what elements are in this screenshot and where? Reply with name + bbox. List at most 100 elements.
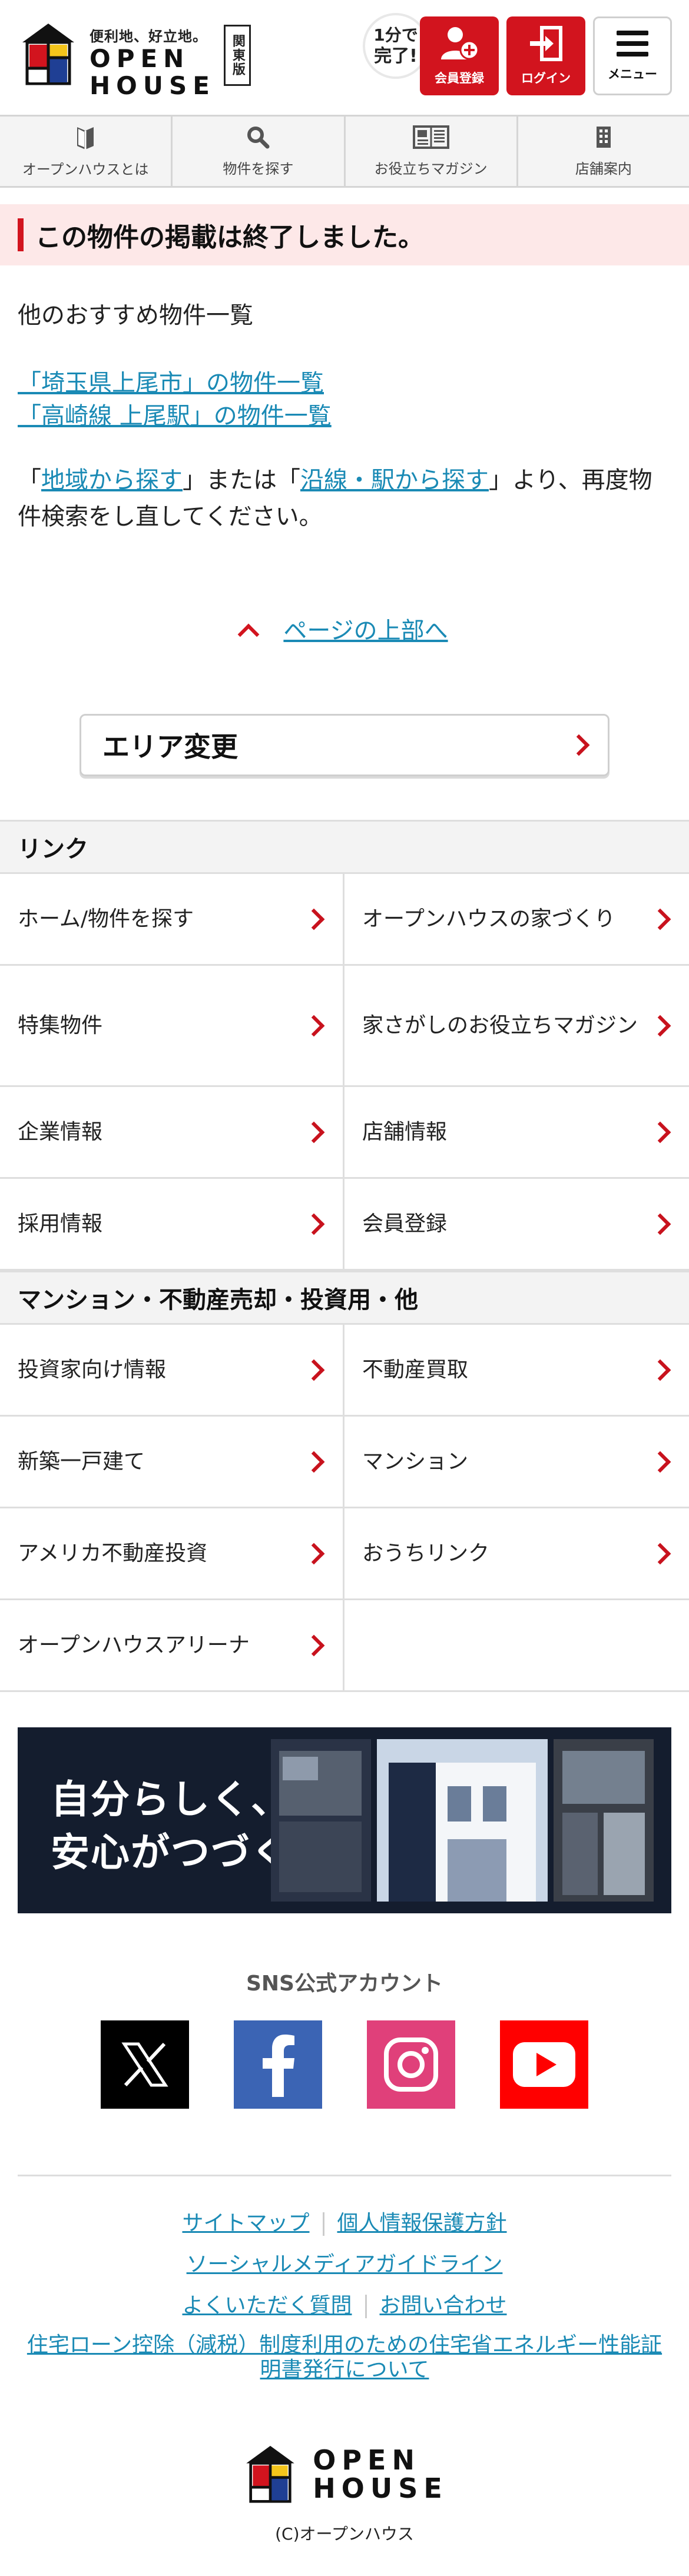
link-new-house[interactable]: 新築一戸建て — [0, 1417, 344, 1508]
register-button[interactable]: 会員登録 — [420, 16, 499, 95]
quick-register-badge[interactable]: 1分で 完了! — [363, 13, 429, 79]
section-heading-other: マンション・不動産売却・投資用・他 — [0, 1271, 689, 1325]
nav-item-magazine[interactable]: お役立ちマガジン — [346, 117, 518, 186]
main-content: 他のおすすめ物件一覧 「埼玉県上尾市」の物件一覧 「高崎線 上尾駅」の物件一覧 … — [0, 296, 689, 535]
quick-done: 完了! — [374, 46, 418, 67]
x-link[interactable] — [101, 2020, 189, 2109]
link-company[interactable]: 企業情報 — [0, 1087, 344, 1179]
chevron-right-icon — [303, 1451, 325, 1473]
login-button[interactable]: ログイン — [506, 16, 585, 95]
chevron-right-icon — [649, 1543, 671, 1564]
chevron-right-icon — [649, 1451, 671, 1473]
search-icon — [247, 126, 270, 148]
chevron-right-icon — [303, 908, 325, 930]
sitemap-link[interactable]: サイトマップ — [182, 2211, 309, 2235]
footer-links: サイトマップ 個人情報保護方針 ソーシャルメディアガイドライン よくいただく質問 お… — [0, 2209, 689, 2382]
page-top-label[interactable]: ページの上部へ — [283, 617, 448, 644]
main-nav: オープンハウスとは 物件を探す お役立ちマガジン 店舗案内 — [0, 115, 689, 188]
menu-button[interactable]: メニュー — [593, 16, 672, 95]
separator — [322, 2212, 324, 2236]
link-buyback[interactable]: 不動産買取 — [344, 1325, 689, 1417]
copyright: (C)オープンハウス — [275, 2524, 414, 2544]
link-stores[interactable]: 店舗情報 — [344, 1087, 689, 1179]
youtube-link[interactable] — [500, 2020, 588, 2109]
chevron-right-icon — [649, 1015, 671, 1036]
link-ouchi[interactable]: おうちリンク — [344, 1508, 689, 1600]
link-house-building[interactable]: オープンハウスの家づくり — [344, 874, 689, 966]
contact-link[interactable]: お問い合わせ — [380, 2294, 507, 2318]
sns-links — [0, 2020, 689, 2109]
social-guideline-link[interactable]: ソーシャルメディアガイドライン — [187, 2252, 503, 2276]
logo-word-house: HOUSE — [90, 71, 216, 100]
footer-logo-text: OPEN HOUSE — [313, 2444, 448, 2504]
chevron-right-icon — [649, 908, 671, 930]
link-magazine[interactable]: 家さがしのお役立ちマガジン — [344, 966, 689, 1087]
footer-logo[interactable]: OPEN HOUSE — [0, 2445, 689, 2504]
loan-certificate-link[interactable]: 住宅ローン控除（減税）制度利用のための住宅省エネルギー性能証明書発行について — [27, 2333, 662, 2382]
user-plus-icon — [441, 27, 479, 60]
notice-text: この物件の掲載は終了しました。 — [35, 222, 424, 252]
chevron-right-icon — [649, 1359, 671, 1381]
site-header: 便利地、好立地。 OPEN HOUSE 関東版 1分で 完了! 会員登録 ログイ… — [0, 0, 689, 115]
recommend-links: 「埼玉県上尾市」の物件一覧 「高崎線 上尾駅」の物件一覧 — [18, 367, 671, 433]
link-mansion[interactable]: マンション — [344, 1417, 689, 1508]
separator — [365, 2295, 367, 2318]
chevron-right-icon — [649, 1213, 671, 1235]
x-icon — [121, 2042, 168, 2087]
login-door-icon — [530, 26, 562, 61]
chevron-right-icon — [303, 1213, 325, 1235]
chevron-right-icon — [303, 1543, 325, 1564]
link-home-search[interactable]: ホーム/物件を探す — [0, 874, 344, 966]
site-logo[interactable]: 便利地、好立地。 OPEN HOUSE 関東版 — [16, 22, 251, 99]
search-by-area-link[interactable]: 地域から探す — [41, 467, 183, 494]
nav-label: お役立ちマガジン — [374, 160, 488, 177]
links-grid: ホーム/物件を探す オープンハウスの家づくり 特集物件 家さがしのお役立ちマガジ… — [0, 874, 689, 1271]
research-instructions: 「地域から探す」または「沿線・駅から探す」より、再度物件検索をし直してください。 — [18, 467, 652, 530]
promo-banner[interactable]: 自分らしく、 安心がつづく家。 — [18, 1727, 671, 1913]
nav-item-stores[interactable]: 店舗案内 — [518, 117, 689, 186]
empty-cell — [344, 1600, 689, 1692]
privacy-link[interactable]: 個人情報保護方針 — [337, 2211, 507, 2235]
page-top-link[interactable]: ページの上部へ — [0, 611, 689, 646]
link-arena[interactable]: オープンハウスアリーナ — [0, 1600, 344, 1692]
chevron-right-icon — [649, 1121, 671, 1143]
open-house-logo-icon — [246, 2445, 294, 2503]
recommend-heading: 他のおすすめ物件一覧 — [18, 302, 253, 329]
logo-text: 便利地、好立地。 OPEN HOUSE — [90, 25, 216, 99]
nav-label: オープンハウスとは — [22, 161, 149, 178]
faq-link[interactable]: よくいただく質問 — [182, 2294, 352, 2318]
link-recruit[interactable]: 採用情報 — [0, 1179, 344, 1271]
nav-label: 店舗案内 — [575, 160, 632, 177]
nav-item-about[interactable]: オープンハウスとは — [0, 117, 173, 186]
instagram-icon — [384, 2037, 438, 2092]
chevron-right-icon — [303, 1634, 325, 1656]
area-change-label: エリア変更 — [102, 731, 238, 763]
region-badge: 関東版 — [223, 25, 251, 86]
city-listing-link[interactable]: 「埼玉県上尾市」の物件一覧 — [18, 367, 671, 400]
footer-divider — [18, 2175, 671, 2176]
chevron-right-icon — [568, 734, 590, 756]
open-house-logo-icon — [22, 24, 74, 85]
search-by-line-link[interactable]: 沿線・駅から探す — [300, 467, 489, 494]
link-member[interactable]: 会員登録 — [344, 1179, 689, 1271]
instagram-link[interactable] — [367, 2020, 455, 2109]
link-featured[interactable]: 特集物件 — [0, 966, 344, 1087]
quick-suffix: で — [401, 25, 418, 45]
other-grid: 投資家向け情報 不動産買取 新築一戸建て マンション アメリカ不動産投資 おうち… — [0, 1325, 689, 1692]
notice-accent-bar — [18, 218, 24, 251]
hamburger-icon — [617, 31, 648, 56]
login-label: ログイン — [521, 71, 571, 85]
nav-item-search[interactable]: 物件を探す — [173, 117, 346, 186]
link-us-investment[interactable]: アメリカ不動産投資 — [0, 1508, 344, 1600]
facebook-link[interactable] — [234, 2020, 322, 2109]
logo-word-open: OPEN — [90, 44, 190, 73]
chevron-right-icon — [303, 1121, 325, 1143]
station-listing-link[interactable]: 「高崎線 上尾駅」の物件一覧 — [18, 400, 671, 433]
chevron-right-icon — [303, 1015, 325, 1036]
section-heading-links: リンク — [0, 820, 689, 874]
area-change-button[interactable]: エリア変更 — [80, 714, 610, 776]
chevron-right-icon — [303, 1359, 325, 1381]
link-investor[interactable]: 投資家向け情報 — [0, 1325, 344, 1417]
facebook-icon — [263, 2035, 294, 2097]
register-label: 会員登録 — [435, 71, 484, 85]
